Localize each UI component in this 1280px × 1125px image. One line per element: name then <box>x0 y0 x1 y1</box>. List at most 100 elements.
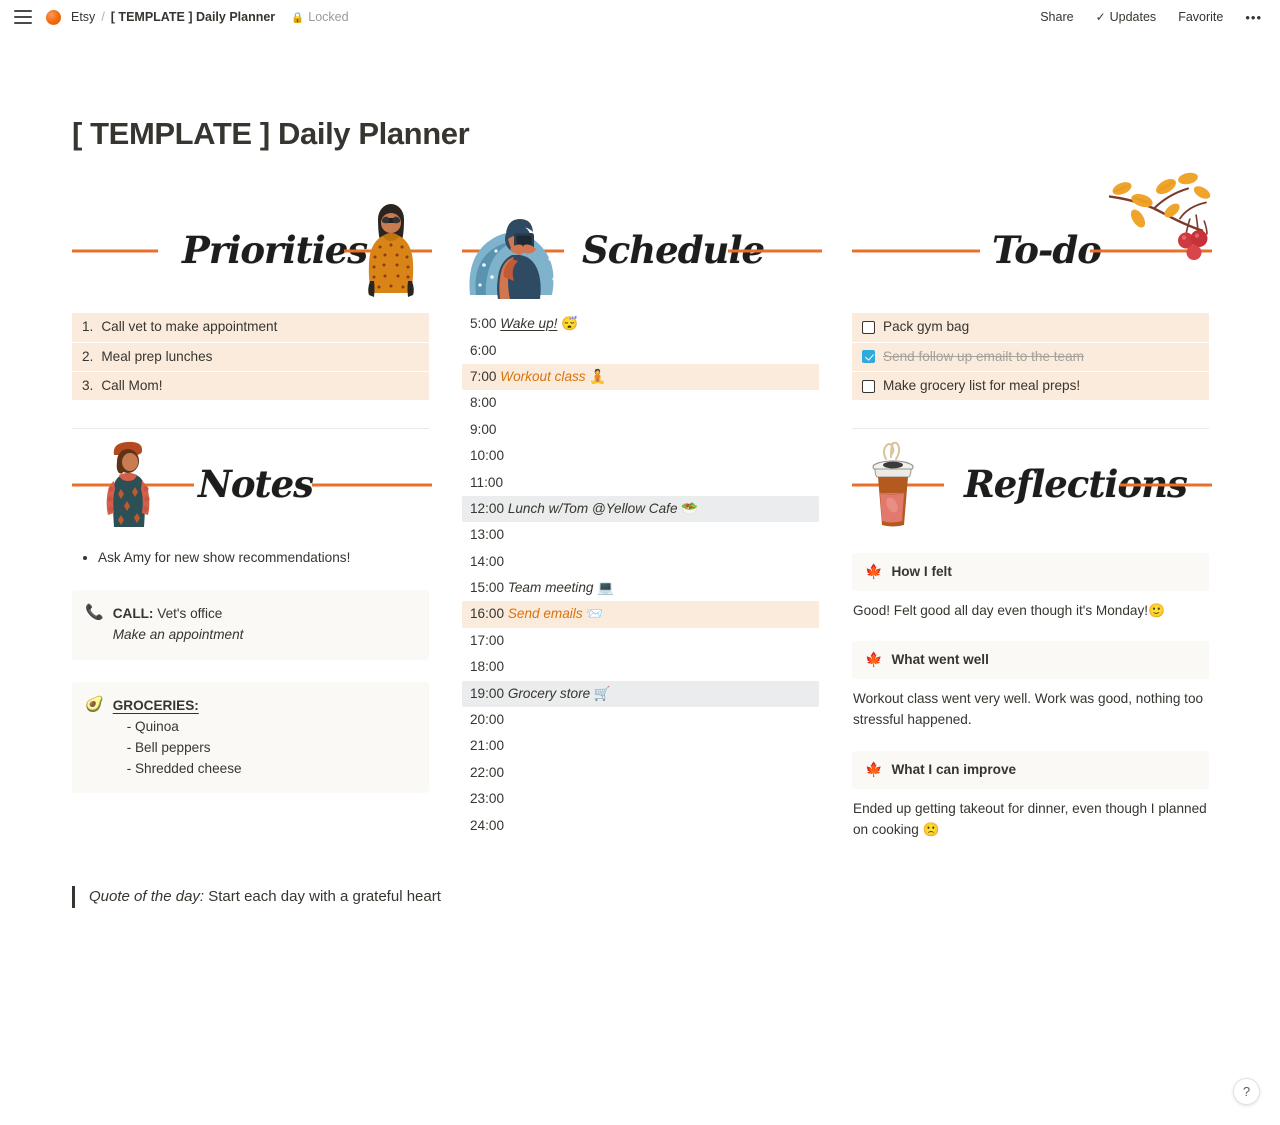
lock-icon: 🔒 <box>291 11 305 24</box>
reflection-header[interactable]: 🍁 How I felt <box>852 553 1209 592</box>
list-item[interactable]: 1. Call vet to make appointment <box>72 313 429 342</box>
schedule-time: 8:00 <box>470 395 497 411</box>
todo-checkbox[interactable] <box>862 320 875 334</box>
schedule-time: 20:00 <box>470 712 505 728</box>
reflection-text[interactable]: Ended up getting takeout for dinner, eve… <box>852 789 1209 840</box>
reflection-title: What went well <box>891 652 989 668</box>
schedule-row[interactable]: 18:00 <box>462 654 819 680</box>
locked-badge: 🔒 Locked <box>291 10 348 24</box>
schedule-row[interactable]: 15:00 Team meeting 💻 <box>462 575 819 601</box>
todo-list: Pack gym bag Send follow up emailt to th… <box>852 313 1209 401</box>
reflection-header[interactable]: 🍁 What I can improve <box>852 750 1209 789</box>
schedule-event: Wake up! <box>500 316 558 332</box>
schedule-time: 13:00 <box>470 527 505 543</box>
schedule-row[interactable]: 10:00 <box>462 443 819 469</box>
schedule-row[interactable]: 11:00 <box>462 470 819 496</box>
priority-text: Call Mom! <box>101 377 163 393</box>
schedule-emoji: 🧘 <box>585 368 607 384</box>
page-content: [ TEMPLATE ] Daily Planner Priorities 1.… <box>0 115 1280 909</box>
schedule-row[interactable]: 16:00 Send emails 📨 <box>462 601 819 628</box>
schedule-row[interactable]: 17:00 <box>462 628 819 654</box>
schedule-emoji: 💻 <box>593 580 615 596</box>
schedule-time: 9:00 <box>470 421 497 437</box>
coffee-cup-illustration <box>872 442 914 527</box>
todo-label: Make grocery list for meal preps! <box>883 377 1081 393</box>
help-button[interactable]: ? <box>1233 1078 1260 1105</box>
schedule-row[interactable]: 7:00 Workout class 🧘 <box>462 363 819 391</box>
reflection-header[interactable]: 🍁 What went well <box>852 641 1209 680</box>
schedule-row[interactable]: 5:00 Wake up! 😴 <box>462 311 819 337</box>
reflection-text[interactable]: Workout class went very well. Work was g… <box>852 679 1209 730</box>
schedule-time: 10:00 <box>470 448 505 464</box>
breadcrumb-separator: / <box>101 10 105 24</box>
groceries-items: - Quinoa - Bell peppers - Shredded chees… <box>113 716 415 779</box>
todo-heading: To-do <box>992 228 1102 273</box>
share-button[interactable]: Share <box>1036 8 1077 26</box>
updates-button[interactable]: ✓ Updates <box>1092 8 1161 26</box>
groceries-callout[interactable]: 🥑 GROCERIES: - Quinoa - Bell peppers - S… <box>72 681 429 793</box>
priorities-list: 1. Call vet to make appointment 2. Meal … <box>72 313 429 401</box>
schedule-list: 5:00 Wake up! 😴 6:00 7:00 Workout class 🧘 8… <box>462 311 819 839</box>
more-options-button[interactable]: ••• <box>1241 9 1266 26</box>
list-item[interactable]: 3. Call Mom! <box>72 371 429 401</box>
updates-label: Updates <box>1109 10 1157 24</box>
schedule-row[interactable]: 20:00 <box>462 707 819 733</box>
schedule-row[interactable]: 21:00 <box>462 733 819 759</box>
schedule-row[interactable]: 6:00 <box>462 338 819 364</box>
hamburger-icon[interactable] <box>14 10 32 24</box>
schedule-row[interactable]: 19:00 Grocery store 🛒 <box>462 680 819 708</box>
schedule-event: Team meeting <box>507 580 594 596</box>
schedule-time: 7:00 <box>470 368 497 384</box>
schedule-time: 11:00 <box>470 474 504 490</box>
breadcrumb-workspace[interactable]: Etsy <box>67 9 99 25</box>
todo-checkbox[interactable] <box>862 379 875 393</box>
schedule-row[interactable]: 13:00 <box>462 522 819 548</box>
schedule-time: 14:00 <box>470 553 505 569</box>
quote-of-the-day[interactable]: Quote of the day: Start each day with a … <box>72 885 1208 909</box>
schedule-time: 23:00 <box>470 791 505 807</box>
schedule-time: 19:00 <box>470 685 505 701</box>
favorite-button[interactable]: Favorite <box>1174 8 1227 26</box>
divider-rule <box>1120 483 1212 487</box>
groceries-callout-body: GROCERIES: - Quinoa - Bell peppers - Shr… <box>113 695 415 779</box>
schedule-event: Lunch w/Tom @Yellow Cafe <box>507 500 678 516</box>
call-value: Vet's office <box>157 606 223 622</box>
call-label: CALL: <box>112 606 154 622</box>
list-item[interactable]: Send follow up emailt to the team <box>852 342 1209 371</box>
todo-checkbox[interactable] <box>862 350 875 364</box>
call-callout-line: CALL: Vet's office <box>113 603 415 624</box>
list-item[interactable]: Pack gym bag <box>852 313 1209 342</box>
schedule-row[interactable]: 14:00 <box>462 549 819 575</box>
schedule-row[interactable]: 23:00 <box>462 786 819 812</box>
call-callout[interactable]: 📞 CALL: Vet's office Make an appointment <box>72 590 429 660</box>
call-callout-body: CALL: Vet's office Make an appointment <box>113 603 415 645</box>
schedule-time: 22:00 <box>470 764 505 780</box>
list-item[interactable]: Ask Amy for new show recommendations! <box>98 547 429 568</box>
schedule-row[interactable]: 8:00 <box>462 390 819 416</box>
call-subtext: Make an appointment <box>112 627 244 643</box>
woman-blue-hair-phone-illustration <box>469 219 556 300</box>
woman-orange-coat-illustration <box>368 204 414 298</box>
notes-heading: Notes <box>198 462 314 507</box>
divider-rule <box>852 249 980 253</box>
column-middle: Schedule 5:00 Wake up! 😴 6:00 7:00 Workout… <box>462 203 822 839</box>
maple-leaf-icon: 🍁 <box>865 760 883 777</box>
schedule-time: 16:00 <box>470 606 505 622</box>
list-item[interactable]: 2. Meal prep lunches <box>72 342 429 371</box>
schedule-row[interactable]: 12:00 Lunch w/Tom @Yellow Cafe 🥗 <box>462 495 819 523</box>
schedule-row[interactable]: 9:00 <box>462 417 819 443</box>
maple-leaf-icon: 🍁 <box>865 563 883 580</box>
groceries-title: GROCERIES: <box>112 697 199 713</box>
grocery-item: - Quinoa <box>126 718 179 734</box>
avocado-icon: 🥑 <box>85 695 104 713</box>
list-item[interactable]: Make grocery list for meal preps! <box>852 371 1209 401</box>
reflection-text[interactable]: Good! Felt good all day even though it's… <box>852 591 1209 621</box>
quote-label: Quote of the day: <box>89 887 205 905</box>
etsy-workspace-icon[interactable] <box>46 9 61 25</box>
schedule-emoji: 📨 <box>582 606 604 622</box>
reflections-section-header: Reflections <box>852 437 1212 533</box>
breadcrumb-page[interactable]: [ TEMPLATE ] Daily Planner <box>107 9 279 25</box>
schedule-row[interactable]: 24:00 <box>462 813 819 839</box>
schedule-row[interactable]: 22:00 <box>462 760 819 786</box>
priority-text: Call vet to make appointment <box>101 319 278 335</box>
